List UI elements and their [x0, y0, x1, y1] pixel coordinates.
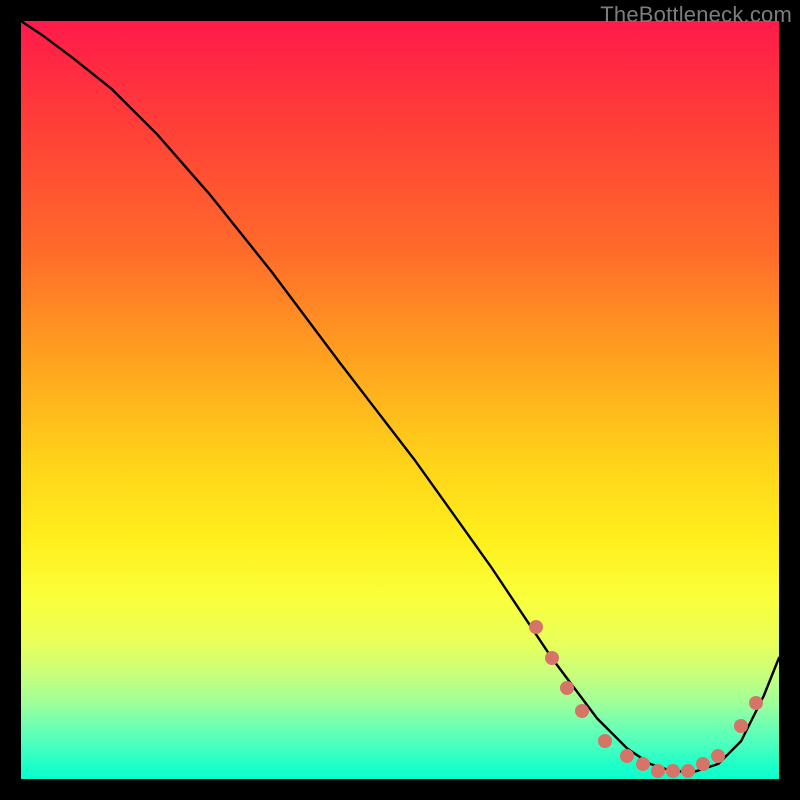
- curve-marker: [711, 749, 725, 763]
- curve-marker: [681, 764, 695, 778]
- curve-marker: [575, 704, 589, 718]
- curve-marker: [636, 757, 650, 771]
- plot-area: [21, 21, 779, 779]
- curve-marker: [749, 696, 763, 710]
- curve-marker: [598, 734, 612, 748]
- curve-marker: [560, 681, 574, 695]
- curve-marker: [696, 757, 710, 771]
- curve-marker: [545, 651, 559, 665]
- curve-marker: [734, 719, 748, 733]
- curve-marker: [620, 749, 634, 763]
- curve-marker: [651, 764, 665, 778]
- curve-marker: [666, 764, 680, 778]
- chart-stage: TheBottleneck.com: [0, 0, 800, 800]
- watermark-text: TheBottleneck.com: [600, 2, 792, 28]
- curve-marker: [529, 620, 543, 634]
- curve-markers: [21, 21, 779, 779]
